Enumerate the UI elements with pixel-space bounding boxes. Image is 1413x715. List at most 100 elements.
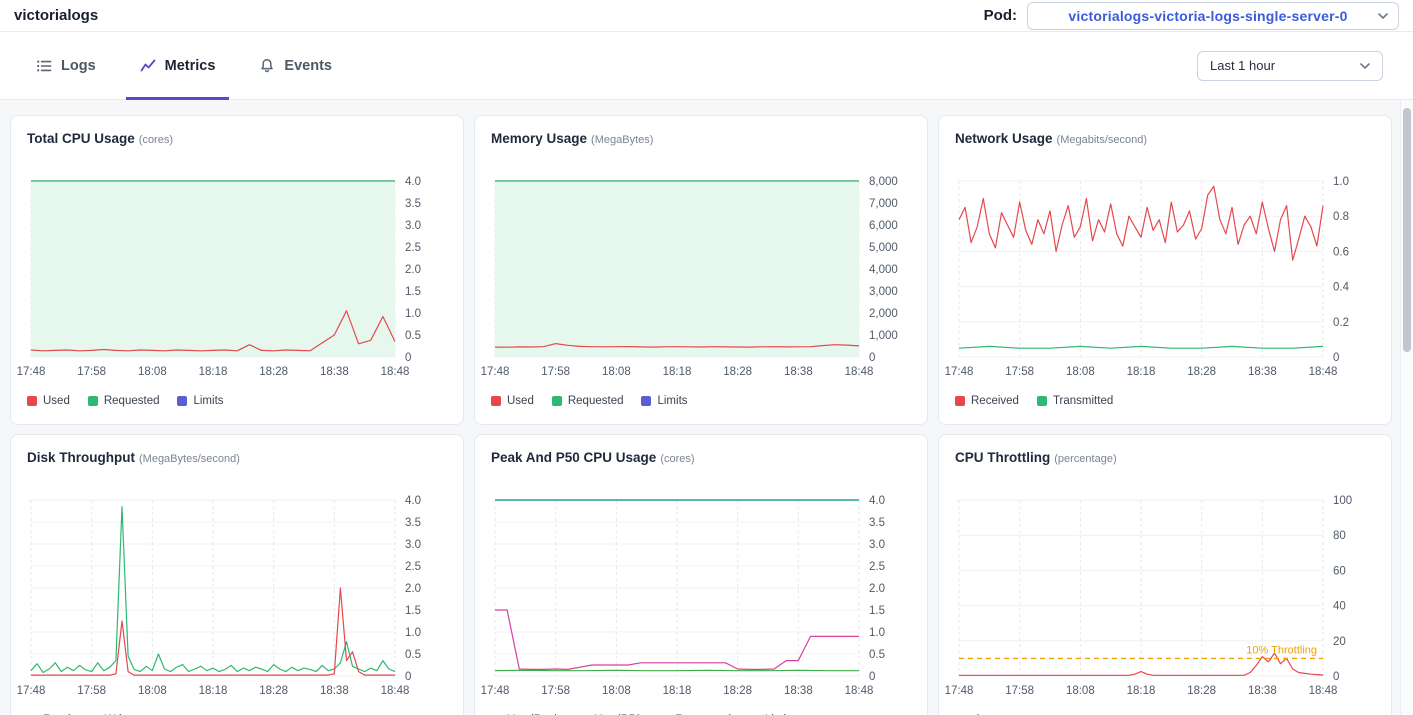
- svg-text:18:08: 18:08: [138, 685, 167, 697]
- svg-text:2.0: 2.0: [405, 264, 421, 276]
- tab-events[interactable]: Events: [245, 32, 346, 99]
- svg-text:4.0: 4.0: [405, 176, 421, 188]
- svg-text:18:18: 18:18: [663, 366, 692, 378]
- svg-text:8,000: 8,000: [869, 176, 898, 188]
- svg-text:2.5: 2.5: [405, 561, 421, 573]
- svg-text:2.0: 2.0: [869, 583, 885, 595]
- svg-text:18:18: 18:18: [199, 366, 228, 378]
- chart-unit: (cores): [660, 453, 694, 465]
- chart-legend: Used Requested Limits: [491, 395, 911, 407]
- svg-text:18:38: 18:38: [1248, 366, 1277, 378]
- svg-text:18:28: 18:28: [1187, 685, 1216, 697]
- list-icon: [36, 58, 52, 74]
- svg-text:1,000: 1,000: [869, 330, 898, 342]
- chart-header: CPU Throttling(percentage): [955, 449, 1375, 468]
- chart-title: Peak And P50 CPU Usage: [491, 450, 656, 465]
- svg-text:17:48: 17:48: [17, 685, 46, 697]
- chart-header: Total CPU Usage (cores): [27, 130, 447, 149]
- legend-label: Used: [43, 395, 70, 407]
- chart-canvas: 01,0002,0003,0004,0005,0006,0007,0008,00…: [491, 171, 913, 385]
- svg-text:18:08: 18:08: [602, 685, 631, 697]
- legend-label: Used: [507, 395, 534, 407]
- svg-text:17:58: 17:58: [77, 366, 106, 378]
- scrollbar[interactable]: [1400, 100, 1413, 715]
- chart-legend: Used Requested Limits: [27, 395, 447, 407]
- svg-text:1.0: 1.0: [869, 627, 885, 639]
- scrollbar-thumb[interactable]: [1403, 108, 1411, 352]
- chart-legend: Received Transmitted: [955, 395, 1375, 407]
- svg-text:18:28: 18:28: [259, 685, 288, 697]
- svg-text:18:38: 18:38: [1248, 685, 1277, 697]
- legend-swatch: [177, 396, 187, 406]
- svg-text:1.0: 1.0: [405, 627, 421, 639]
- pod-selector-value: victorialogs-victoria-logs-single-server…: [1038, 8, 1378, 24]
- chart-unit: (cores): [139, 134, 173, 146]
- svg-text:18:28: 18:28: [259, 366, 288, 378]
- legend-item[interactable]: Requested: [88, 395, 160, 407]
- svg-text:0.2: 0.2: [1333, 317, 1349, 329]
- svg-text:18:18: 18:18: [663, 685, 692, 697]
- chart-title: CPU Throttling: [955, 450, 1050, 465]
- svg-text:3.5: 3.5: [405, 198, 421, 210]
- chart-canvas: 00.20.40.60.81.017:4817:5818:0818:1818:2…: [955, 171, 1377, 385]
- tab-bar: Logs Metrics Events Last 1 hour: [0, 32, 1413, 100]
- svg-text:40: 40: [1333, 601, 1346, 613]
- legend-swatch: [88, 396, 98, 406]
- legend-item[interactable]: Transmitted: [1037, 395, 1113, 407]
- legend-label: Limits: [657, 395, 687, 407]
- legend-item[interactable]: Limits: [641, 395, 687, 407]
- chart-canvas: 00.51.01.52.02.53.03.54.017:4817:5818:08…: [491, 490, 913, 704]
- svg-text:2.0: 2.0: [405, 583, 421, 595]
- legend-item[interactable]: Used: [27, 395, 70, 407]
- svg-text:100: 100: [1333, 495, 1352, 507]
- svg-text:10% Throttling: 10% Throttling: [1246, 644, 1317, 656]
- legend-item[interactable]: Received: [955, 395, 1019, 407]
- svg-text:2.5: 2.5: [405, 242, 421, 254]
- svg-text:4,000: 4,000: [869, 264, 898, 276]
- svg-text:18:28: 18:28: [723, 366, 752, 378]
- svg-text:5,000: 5,000: [869, 242, 898, 254]
- pod-selector[interactable]: victorialogs-victoria-logs-single-server…: [1027, 2, 1399, 30]
- svg-text:17:58: 17:58: [77, 685, 106, 697]
- svg-text:17:48: 17:48: [481, 685, 510, 697]
- tab-label: Metrics: [165, 58, 216, 74]
- svg-text:17:48: 17:48: [481, 366, 510, 378]
- svg-text:3,000: 3,000: [869, 286, 898, 298]
- svg-text:60: 60: [1333, 565, 1346, 577]
- svg-text:1.5: 1.5: [405, 286, 421, 298]
- svg-text:18:38: 18:38: [320, 366, 349, 378]
- svg-text:0.5: 0.5: [869, 649, 885, 661]
- svg-text:1.0: 1.0: [1333, 176, 1349, 188]
- chart-unit: (Megabits/second): [1057, 134, 1148, 146]
- svg-text:18:08: 18:08: [1066, 366, 1095, 378]
- svg-text:0: 0: [869, 671, 875, 683]
- svg-text:2,000: 2,000: [869, 308, 898, 320]
- svg-text:18:48: 18:48: [845, 366, 874, 378]
- svg-text:0.5: 0.5: [405, 649, 421, 661]
- svg-text:0.4: 0.4: [1333, 282, 1350, 294]
- legend-label: Received: [971, 395, 1019, 407]
- chart-card-disk-throughput: Disk Throughput(MegaBytes/second) 00.51.…: [10, 434, 464, 715]
- legend-item[interactable]: Limits: [177, 395, 223, 407]
- chevron-down-icon: [1360, 63, 1370, 69]
- chart-header: Peak And P50 CPU Usage (cores): [491, 449, 911, 468]
- legend-item[interactable]: Used: [491, 395, 534, 407]
- svg-text:7,000: 7,000: [869, 198, 898, 210]
- svg-text:18:18: 18:18: [199, 685, 228, 697]
- svg-text:17:58: 17:58: [541, 366, 570, 378]
- tab-label: Events: [284, 58, 332, 74]
- svg-text:18:48: 18:48: [381, 366, 410, 378]
- svg-text:18:08: 18:08: [138, 366, 167, 378]
- svg-text:3.0: 3.0: [869, 539, 885, 551]
- tab-metrics[interactable]: Metrics: [126, 32, 230, 99]
- time-range-selector[interactable]: Last 1 hour: [1197, 51, 1383, 81]
- svg-text:0.8: 0.8: [1333, 211, 1349, 223]
- legend-item[interactable]: Requested: [552, 395, 624, 407]
- svg-text:18:48: 18:48: [1309, 685, 1338, 697]
- svg-text:18:48: 18:48: [845, 685, 874, 697]
- chart-title: Total CPU Usage: [27, 131, 135, 146]
- pod-label: Pod:: [984, 7, 1017, 24]
- chart-card-cpu-throttling: CPU Throttling(percentage) 0204060801001…: [938, 434, 1392, 715]
- time-range-value: Last 1 hour: [1210, 58, 1275, 73]
- tab-logs[interactable]: Logs: [22, 32, 110, 99]
